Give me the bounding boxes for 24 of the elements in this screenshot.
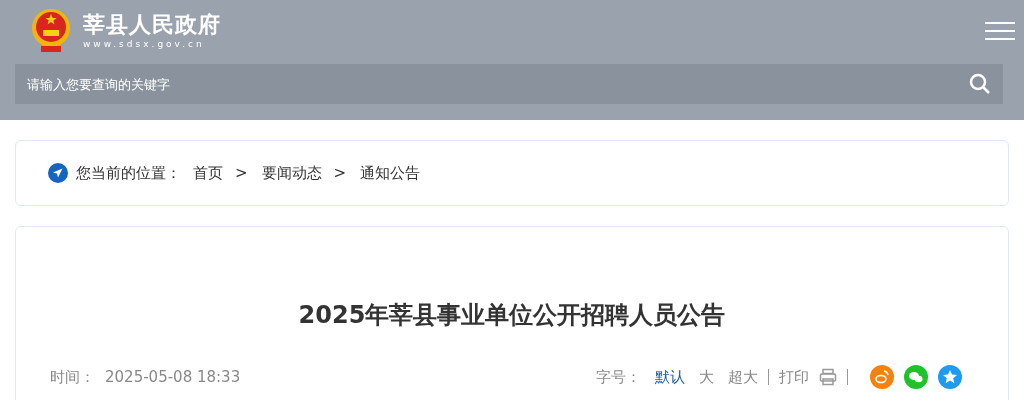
menu-icon[interactable]: [985, 20, 1015, 42]
breadcrumb-link[interactable]: 首页: [193, 161, 223, 185]
site-url: www.sdsx.gov.cn: [83, 38, 206, 50]
search-icon[interactable]: [969, 73, 991, 95]
star-share-icon[interactable]: [938, 365, 962, 389]
breadcrumb-link[interactable]: 通知公告: [360, 161, 421, 185]
breadcrumb-separator: >: [235, 162, 248, 184]
printer-icon[interactable]: [819, 368, 837, 386]
font-size-label: 字号：: [596, 366, 641, 388]
font-size-option[interactable]: 超大: [728, 365, 758, 389]
font-size-option[interactable]: 默认: [655, 365, 685, 389]
print-link[interactable]: 打印: [779, 365, 809, 389]
search-field[interactable]: 请输入您要查询的关键字: [15, 64, 1003, 104]
publish-time: 2025-05-08 18:33: [105, 366, 241, 388]
wechat-share-icon[interactable]: [904, 365, 928, 389]
breadcrumb-separator: >: [333, 162, 347, 184]
article-title: 2025年莘县事业单位公开招聘人员公告: [297, 300, 727, 331]
site-name: 莘县人民政府: [83, 12, 221, 38]
font-size-option[interactable]: 大: [699, 365, 714, 389]
breadcrumb-link[interactable]: 要闻动态: [261, 161, 322, 185]
emblem-icon: [29, 8, 73, 54]
breadcrumb-label: 您当前的位置：: [76, 162, 181, 184]
time-label: 时间：: [50, 366, 95, 388]
weibo-share-icon[interactable]: [870, 365, 894, 389]
